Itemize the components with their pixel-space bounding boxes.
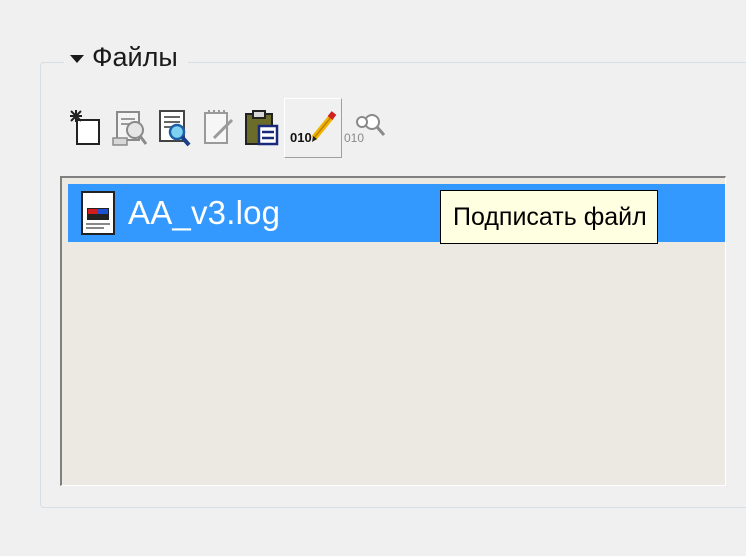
new-file-icon <box>70 110 100 145</box>
files-group-title: Файлы <box>92 41 178 72</box>
paste-icon <box>245 110 279 146</box>
files-group-toggle[interactable]: Файлы <box>64 40 188 74</box>
collapse-caret-icon <box>70 55 84 63</box>
svg-text:010: 010 <box>344 131 364 145</box>
sign-file-icon: 010 <box>290 111 337 145</box>
edit-file-icon <box>204 110 234 144</box>
log-file-icon <box>76 189 120 237</box>
paste-button[interactable] <box>240 98 284 158</box>
open-file-button[interactable] <box>108 98 152 158</box>
sign-file-tooltip: Подписать файл <box>440 190 658 244</box>
view-file-icon <box>159 110 191 147</box>
open-file-icon <box>112 111 148 146</box>
edit-file-button[interactable] <box>196 98 240 158</box>
files-toolbar: 010 010 <box>64 96 386 160</box>
svg-text:010: 010 <box>290 130 312 145</box>
verify-signature-icon: 010 <box>344 114 386 145</box>
verify-signature-button[interactable]: 010 <box>342 98 386 158</box>
view-file-button[interactable] <box>152 98 196 158</box>
new-file-button[interactable] <box>64 98 108 158</box>
sign-file-button[interactable]: 010 <box>284 98 342 158</box>
file-name: AA_v3.log <box>128 194 281 231</box>
